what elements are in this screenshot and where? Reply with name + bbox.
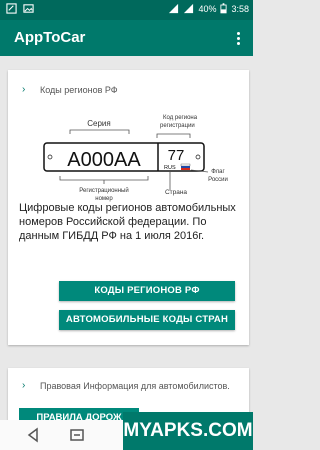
signal-strength-icon: [184, 3, 194, 14]
svg-text:регистрации: регистрации: [160, 123, 195, 129]
recent-apps-icon[interactable]: [68, 426, 86, 444]
svg-text:Флаг: Флаг: [211, 169, 225, 175]
plate-number: А000АА: [67, 149, 141, 171]
region-codes-button[interactable]: КОДЫ РЕГИОНОВ РФ: [59, 281, 235, 301]
signal-icon: [169, 3, 179, 14]
battery-percent: 40%: [198, 3, 217, 14]
chevron-right-icon: ›: [22, 380, 26, 391]
app-title: AppToCar: [14, 29, 86, 46]
country-codes-button[interactable]: АВТОМОБИЛЬНЫЕ КОДЫ СТРАН: [59, 310, 235, 330]
image-icon: [23, 4, 34, 13]
card-header-title: Коды регионов РФ: [40, 84, 118, 95]
watermark: MYAPKS.COM: [123, 412, 253, 450]
label-series: Серия: [87, 119, 110, 128]
card-header[interactable]: › Правовая Информация для автомобилистов…: [22, 380, 230, 391]
battery-icon: [220, 3, 228, 14]
overflow-menu-icon[interactable]: [229, 26, 247, 50]
label-country: Страна: [165, 189, 187, 196]
svg-text:России: России: [208, 177, 228, 183]
card-description: Цифровые коды регионов автомобильных ном…: [19, 202, 236, 242]
status-bar: 40% 3:58: [0, 0, 253, 20]
back-icon[interactable]: [24, 426, 42, 444]
svg-text:Регистрационный: Регистрационный: [79, 187, 128, 194]
plate-country-code: RUS: [164, 165, 176, 171]
plate-region: 77: [168, 147, 185, 164]
app-bar: AppToCar: [0, 20, 253, 56]
label-region-code: Код региона: [163, 115, 198, 121]
notification-icon: [6, 3, 17, 14]
clock: 3:58: [231, 3, 249, 14]
card-header-title: Правовая Информация для автомобилистов.: [40, 380, 230, 391]
card-header[interactable]: › Коды регионов РФ: [22, 84, 118, 95]
region-codes-card: › Коды регионов РФ Серия Код региона рег…: [8, 70, 249, 345]
chevron-right-icon: ›: [22, 84, 26, 95]
